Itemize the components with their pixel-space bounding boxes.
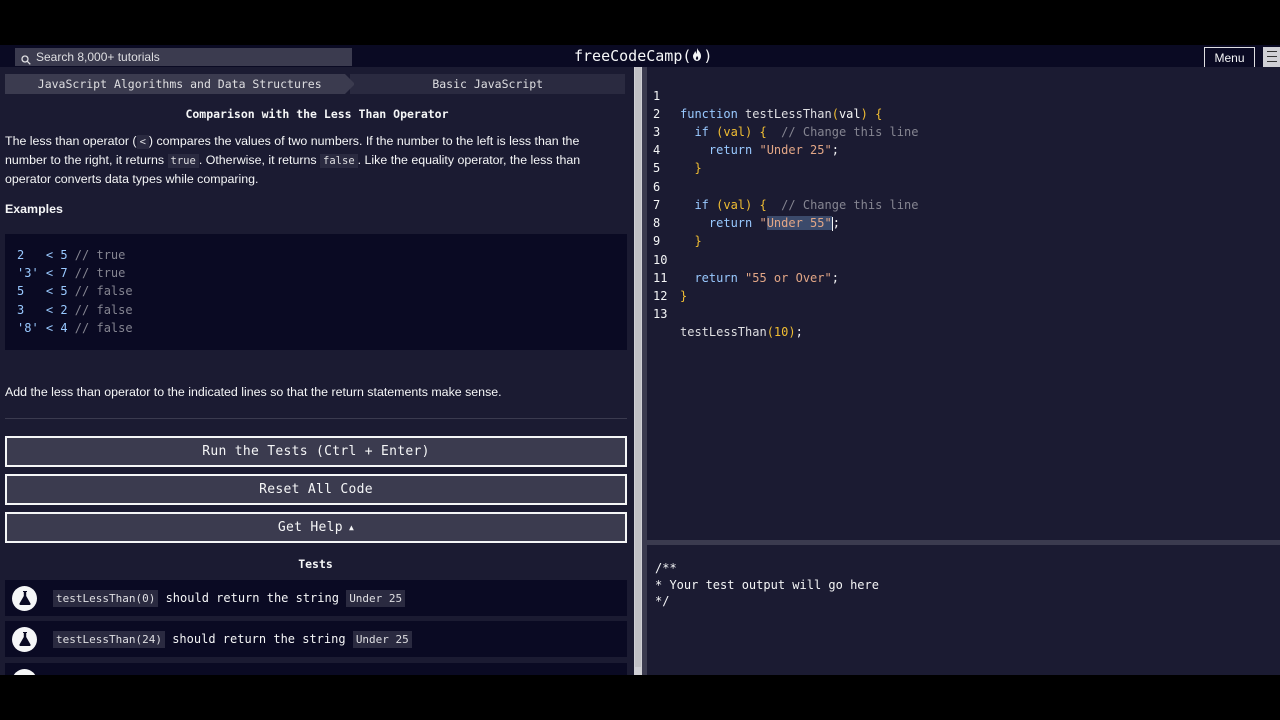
code-line: 8 } [647,196,1280,248]
code-line: 11 } [647,251,1280,303]
beaker-icon [12,668,37,675]
example-line: '8' < 4 // false [17,319,627,337]
code-line: 4 } [647,123,1280,175]
top-navbar: freeCodeCamp( ) Menu [0,45,1280,68]
divider [5,418,627,419]
test-item-partial [5,663,627,675]
desc-code: false [320,154,358,168]
test-call: testLessThan(0) [53,589,159,607]
test-output-console: /** * Your test output will go here */ [647,545,1280,675]
desc-text: The less than operator ( [5,134,137,148]
test-expected: Under 25 [352,630,412,648]
brand-text-right: ) [703,47,713,65]
search-icon [21,52,31,65]
example-comment: // true [74,248,126,262]
test-description: testLessThan(24) should return the strin… [53,630,412,648]
example-code: 2 < 5 [17,248,75,262]
brand-text-left: freeCodeCamp( [574,47,692,65]
code-line: 5 [647,141,1280,175]
console-line: */ [655,594,670,608]
example-comment: // false [74,284,133,299]
test-call: testLessThan(24) [53,630,165,648]
tests-heading: Tests [298,557,333,571]
run-tests-button[interactable]: Run the Tests (Ctrl + Enter) [5,436,627,467]
example-code: '8' < 4 [17,320,75,335]
console-line: * Your test output will go here [655,577,879,592]
example-comment: // false [74,302,133,317]
code-line: 10 return "55 or Over"; [647,233,1280,285]
code-line: 9 [647,214,1280,248]
breadcrumb-block[interactable]: Basic JavaScript [350,74,625,94]
example-comment: // true [74,266,126,281]
example-line: 5 < 5 // false [17,282,627,300]
code-line: 12 [647,269,1280,303]
code-line: 3 return "Under 25"; [647,105,1280,157]
reset-code-button[interactable]: Reset All Code [5,474,627,505]
freecodecamp-logo[interactable]: freeCodeCamp( ) [574,45,712,67]
line-number: 13 [653,307,668,321]
example-line: 3 < 2 // false [17,301,627,319]
test-item: testLessThan(24) should return the strin… [5,621,627,657]
code-editor[interactable]: 1 function testLessThan(val) { 2 if (val… [647,67,1280,540]
challenge-description: The less than operator (<) compares the … [5,132,620,188]
test-description: testLessThan(0) should return the string… [53,589,406,607]
test-item: testLessThan(0) should return the string… [5,580,627,616]
code-token: (10) [766,325,796,339]
get-help-label: Get Help [277,520,343,535]
test-text: should return the string [158,591,347,605]
example-line: '3' < 7 // true [17,264,627,282]
example-comment: // false [74,320,133,335]
examples-heading: Examples [5,202,63,216]
desc-code: true [167,154,199,168]
breadcrumb-superblock[interactable]: JavaScript Algorithms and Data Structure… [5,74,355,94]
code-token: ; [795,325,803,339]
breadcrumb: JavaScript Algorithms and Data Structure… [5,74,625,94]
examples-code-block: 2 < 5 // true '3' < 7 // true 5 < 5 // f… [5,234,627,350]
challenge-instruction: Add the less than operator to the indica… [5,385,502,399]
scrollbar[interactable] [634,67,642,675]
code-line: 6 if (val) { // Change this line [647,160,1280,212]
search-bar[interactable] [15,48,352,66]
example-line: 2 < 5 // true [17,246,627,264]
test-expected: Under 25 [346,589,406,607]
instructions-panel: JavaScript Algorithms and Data Structure… [0,67,634,675]
example-code: '3' < 7 [17,266,75,281]
test-text: should return the string [164,632,353,646]
code-line: 1 function testLessThan(val) { [647,69,1280,121]
search-input[interactable] [36,50,336,64]
code-line: 7 return "Under 55"; [647,178,1280,231]
code-line: 13 testLessThan(10); [647,287,1280,339]
beaker-icon [12,626,37,652]
caret-up-icon: ▲ [348,523,355,532]
example-code: 3 < 2 [17,302,75,317]
challenge-title: Comparison with the Less Than Operator [185,107,449,121]
code-token: testLessThan [680,325,767,339]
example-code: 5 < 5 [17,284,75,299]
hamburger-icon[interactable] [1263,47,1280,68]
desc-code: < [136,135,149,149]
get-help-button[interactable]: Get Help ▲ [5,512,627,543]
flame-icon [692,48,702,64]
beaker-icon [12,585,37,611]
console-line: /** [655,561,677,575]
menu-button[interactable]: Menu [1204,47,1255,68]
desc-text: . Otherwise, it returns [198,153,321,167]
code-line: 2 if (val) { // Change this line [647,87,1280,139]
scrollbar-thumb[interactable] [635,67,641,667]
